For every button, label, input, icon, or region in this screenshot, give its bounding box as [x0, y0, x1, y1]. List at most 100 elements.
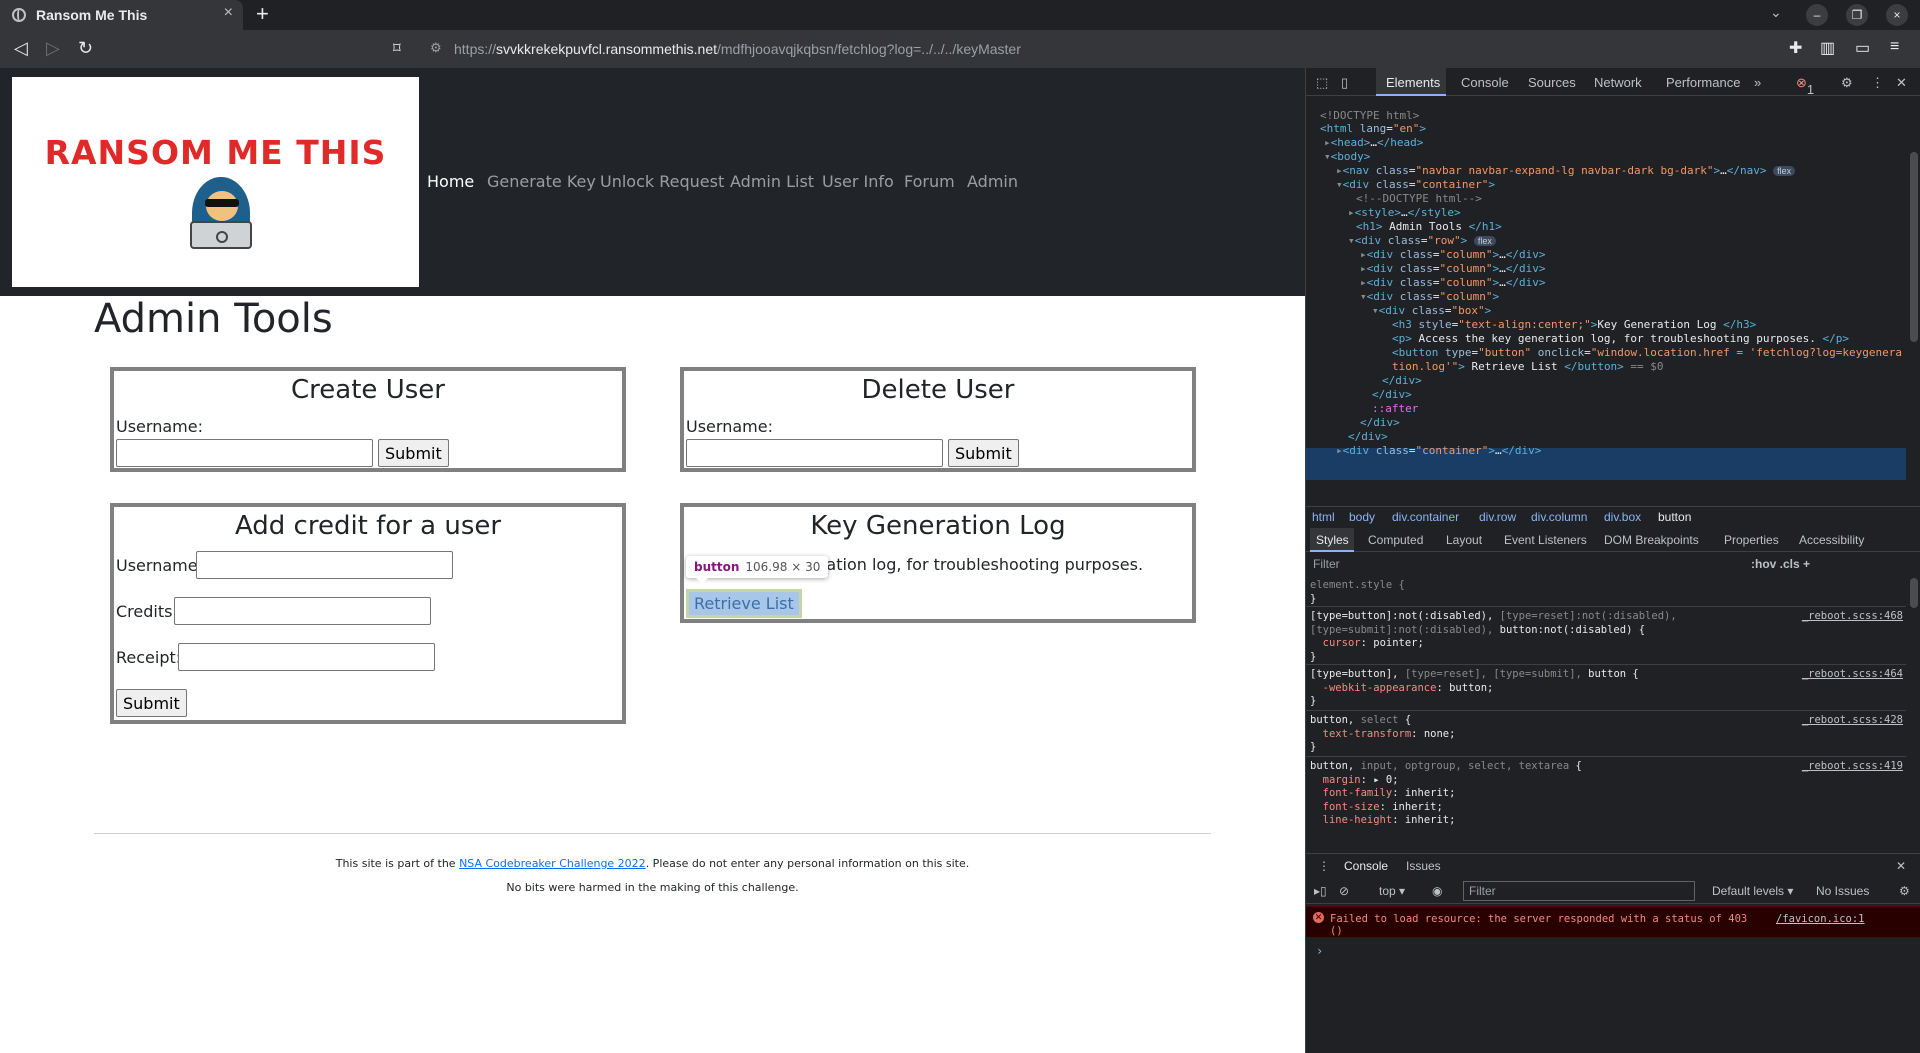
codebreaker-link[interactable]: NSA Codebreaker Challenge 2022: [459, 857, 646, 870]
back-arrow-icon[interactable]: ◁: [14, 38, 28, 59]
tab-network[interactable]: Network: [1594, 75, 1642, 90]
sidebar-toggle-icon[interactable]: ▸▯: [1314, 884, 1327, 898]
delete-user-title: Delete User: [861, 375, 1015, 405]
dom-breadcrumbs: html body div.container div.row div.colu…: [1306, 506, 1920, 526]
url-text[interactable]: https://svvkkrekekpuvfcl.ransommethis.ne…: [454, 41, 1021, 57]
retrieve-list-button[interactable]: Retrieve List: [686, 589, 802, 618]
tab-event-listeners[interactable]: Event Listeners: [1504, 533, 1587, 547]
site-info-icon[interactable]: ⚙: [430, 40, 442, 56]
delete-user-submit-button[interactable]: Submit: [948, 439, 1019, 467]
issues-count[interactable]: No Issues: [1816, 884, 1869, 898]
nav-forum[interactable]: Forum: [904, 172, 955, 191]
menu-icon[interactable]: ≡: [1890, 38, 1899, 56]
close-window-button[interactable]: ×: [1886, 4, 1908, 26]
style-rule-reboot-468: [type=button]:not(:disabled), [type=rese…: [1310, 610, 1903, 663]
credit-username-input[interactable]: [196, 551, 453, 579]
crumb-body[interactable]: body: [1349, 510, 1375, 524]
create-username-input[interactable]: [116, 439, 373, 467]
error-icon: ✕: [1313, 912, 1324, 923]
tab-title: Ransom Me This: [36, 7, 148, 23]
tab-computed[interactable]: Computed: [1368, 533, 1423, 547]
style-rule-element: element.style {}: [1310, 579, 1405, 605]
nav-user-info[interactable]: User Info: [822, 172, 894, 191]
styles-filter[interactable]: Filter :hov .cls +: [1306, 553, 1920, 575]
tooltip-dimensions: 106.98 × 30: [745, 560, 821, 574]
tab-styles[interactable]: Styles: [1316, 533, 1349, 547]
more-tabs-icon[interactable]: »: [1754, 75, 1761, 90]
forward-arrow-icon[interactable]: ▷: [46, 38, 60, 59]
error-source-link[interactable]: /favicon.ico:1: [1776, 913, 1865, 925]
new-tab-button[interactable]: +: [256, 1, 269, 27]
delete-username-input[interactable]: [686, 439, 943, 467]
site-navbar: RANSOM ME THIS Home Generate Key Unlock …: [0, 68, 1305, 296]
footer-line-1: This site is part of the NSA Codebreaker…: [335, 857, 970, 870]
crumb-box[interactable]: div.box: [1604, 510, 1641, 524]
inspect-element-icon[interactable]: ⬚: [1316, 75, 1328, 91]
tab-sources[interactable]: Sources: [1528, 75, 1576, 90]
kebab-menu-icon[interactable]: ⋮: [1871, 75, 1884, 91]
tab-accessibility[interactable]: Accessibility: [1799, 533, 1864, 547]
crumb-column[interactable]: div.column: [1531, 510, 1587, 524]
drawer-tab-console[interactable]: Console: [1344, 859, 1388, 873]
context-select[interactable]: top ▾: [1379, 884, 1405, 898]
tab-dom-breakpoints[interactable]: DOM Breakpoints: [1604, 533, 1699, 547]
add-credit-submit-button[interactable]: Submit: [116, 689, 187, 717]
console-settings-gear-icon[interactable]: ⚙: [1899, 884, 1910, 898]
dom-scrollbar[interactable]: [1910, 152, 1918, 342]
style-rule-reboot-428: button, select { text-transform: none; }…: [1310, 714, 1903, 753]
close-devtools-icon[interactable]: ✕: [1896, 75, 1907, 91]
crumb-row[interactable]: div.row: [1479, 510, 1516, 524]
styles-filter-input[interactable]: Filter: [1313, 557, 1340, 571]
extensions-icon[interactable]: ✚: [1789, 38, 1802, 58]
credits-input[interactable]: [174, 597, 431, 625]
styles-scrollbar[interactable]: [1910, 578, 1918, 608]
create-user-submit-button[interactable]: Submit: [378, 439, 449, 467]
delete-username-label: Username:: [686, 417, 773, 436]
tab-console[interactable]: Console: [1461, 75, 1509, 90]
tab-close-button[interactable]: ×: [224, 4, 233, 22]
key-log-title: Key Generation Log: [810, 511, 1066, 541]
browser-tab[interactable]: Ransom Me This ×: [0, 0, 243, 30]
address-bar[interactable]: ⌑ ⚙ https://svvkkrekekpuvfcl.ransommethi…: [393, 35, 1770, 63]
minimize-button[interactable]: –: [1806, 4, 1828, 26]
bookmark-icon[interactable]: ⌑: [393, 39, 401, 57]
console-toolbar: ▸▯ ⊘ top ▾ ◉ Filter Default levels ▾ No …: [1306, 878, 1920, 904]
settings-gear-icon[interactable]: ⚙: [1841, 75, 1853, 91]
nav-generate-key[interactable]: Generate Key: [487, 172, 596, 191]
side-panel-icon[interactable]: ▥: [1820, 38, 1835, 58]
log-levels-select[interactable]: Default levels ▾: [1712, 884, 1793, 898]
tab-search-icon[interactable]: ⌄: [1770, 4, 1782, 21]
tab-layout[interactable]: Layout: [1446, 533, 1482, 547]
close-drawer-icon[interactable]: ✕: [1896, 859, 1906, 873]
error-count-badge[interactable]: ⊗ 1: [1796, 75, 1814, 97]
tab-performance[interactable]: Performance: [1666, 75, 1740, 90]
add-credit-box: Add credit for a user Username: Credits:…: [110, 503, 626, 724]
clear-console-icon[interactable]: ⊘: [1339, 884, 1349, 898]
reload-icon[interactable]: ↻: [78, 38, 93, 59]
nav-admin[interactable]: Admin: [967, 172, 1018, 191]
crumb-container[interactable]: div.container: [1392, 510, 1459, 524]
nav-unlock-request[interactable]: Unlock Request: [600, 172, 724, 191]
dom-tree[interactable]: <!DOCTYPE html> <html lang="en"> ▸<head>…: [1306, 96, 1906, 506]
tab-elements[interactable]: Elements: [1386, 75, 1440, 90]
drawer-menu-icon[interactable]: ⋮: [1318, 859, 1330, 873]
site-logo[interactable]: RANSOM ME THIS: [12, 77, 419, 287]
credit-username-label: Username:: [116, 556, 203, 575]
drawer-tab-issues[interactable]: Issues: [1406, 859, 1441, 873]
crumb-button[interactable]: button: [1658, 510, 1691, 524]
console-prompt[interactable]: ›: [1316, 944, 1323, 958]
tab-properties[interactable]: Properties: [1724, 533, 1779, 547]
restore-button[interactable]: ❐: [1846, 4, 1868, 26]
console-filter-input[interactable]: Filter: [1463, 881, 1695, 901]
nav-home[interactable]: Home: [427, 172, 474, 191]
styles-filter-options[interactable]: :hov .cls +: [1751, 557, 1810, 571]
receipt-input[interactable]: [178, 643, 435, 671]
hacker-icon: [182, 177, 262, 257]
device-toolbar-icon[interactable]: ▯: [1341, 75, 1348, 91]
key-log-description: eration log, for troubleshooting purpose…: [810, 555, 1144, 574]
page-title: Admin Tools: [94, 296, 333, 342]
eye-icon[interactable]: ◉: [1432, 884, 1442, 898]
crumb-html[interactable]: html: [1312, 510, 1335, 524]
nav-admin-list[interactable]: Admin List: [730, 172, 814, 191]
wallet-icon[interactable]: ▭: [1855, 38, 1870, 58]
